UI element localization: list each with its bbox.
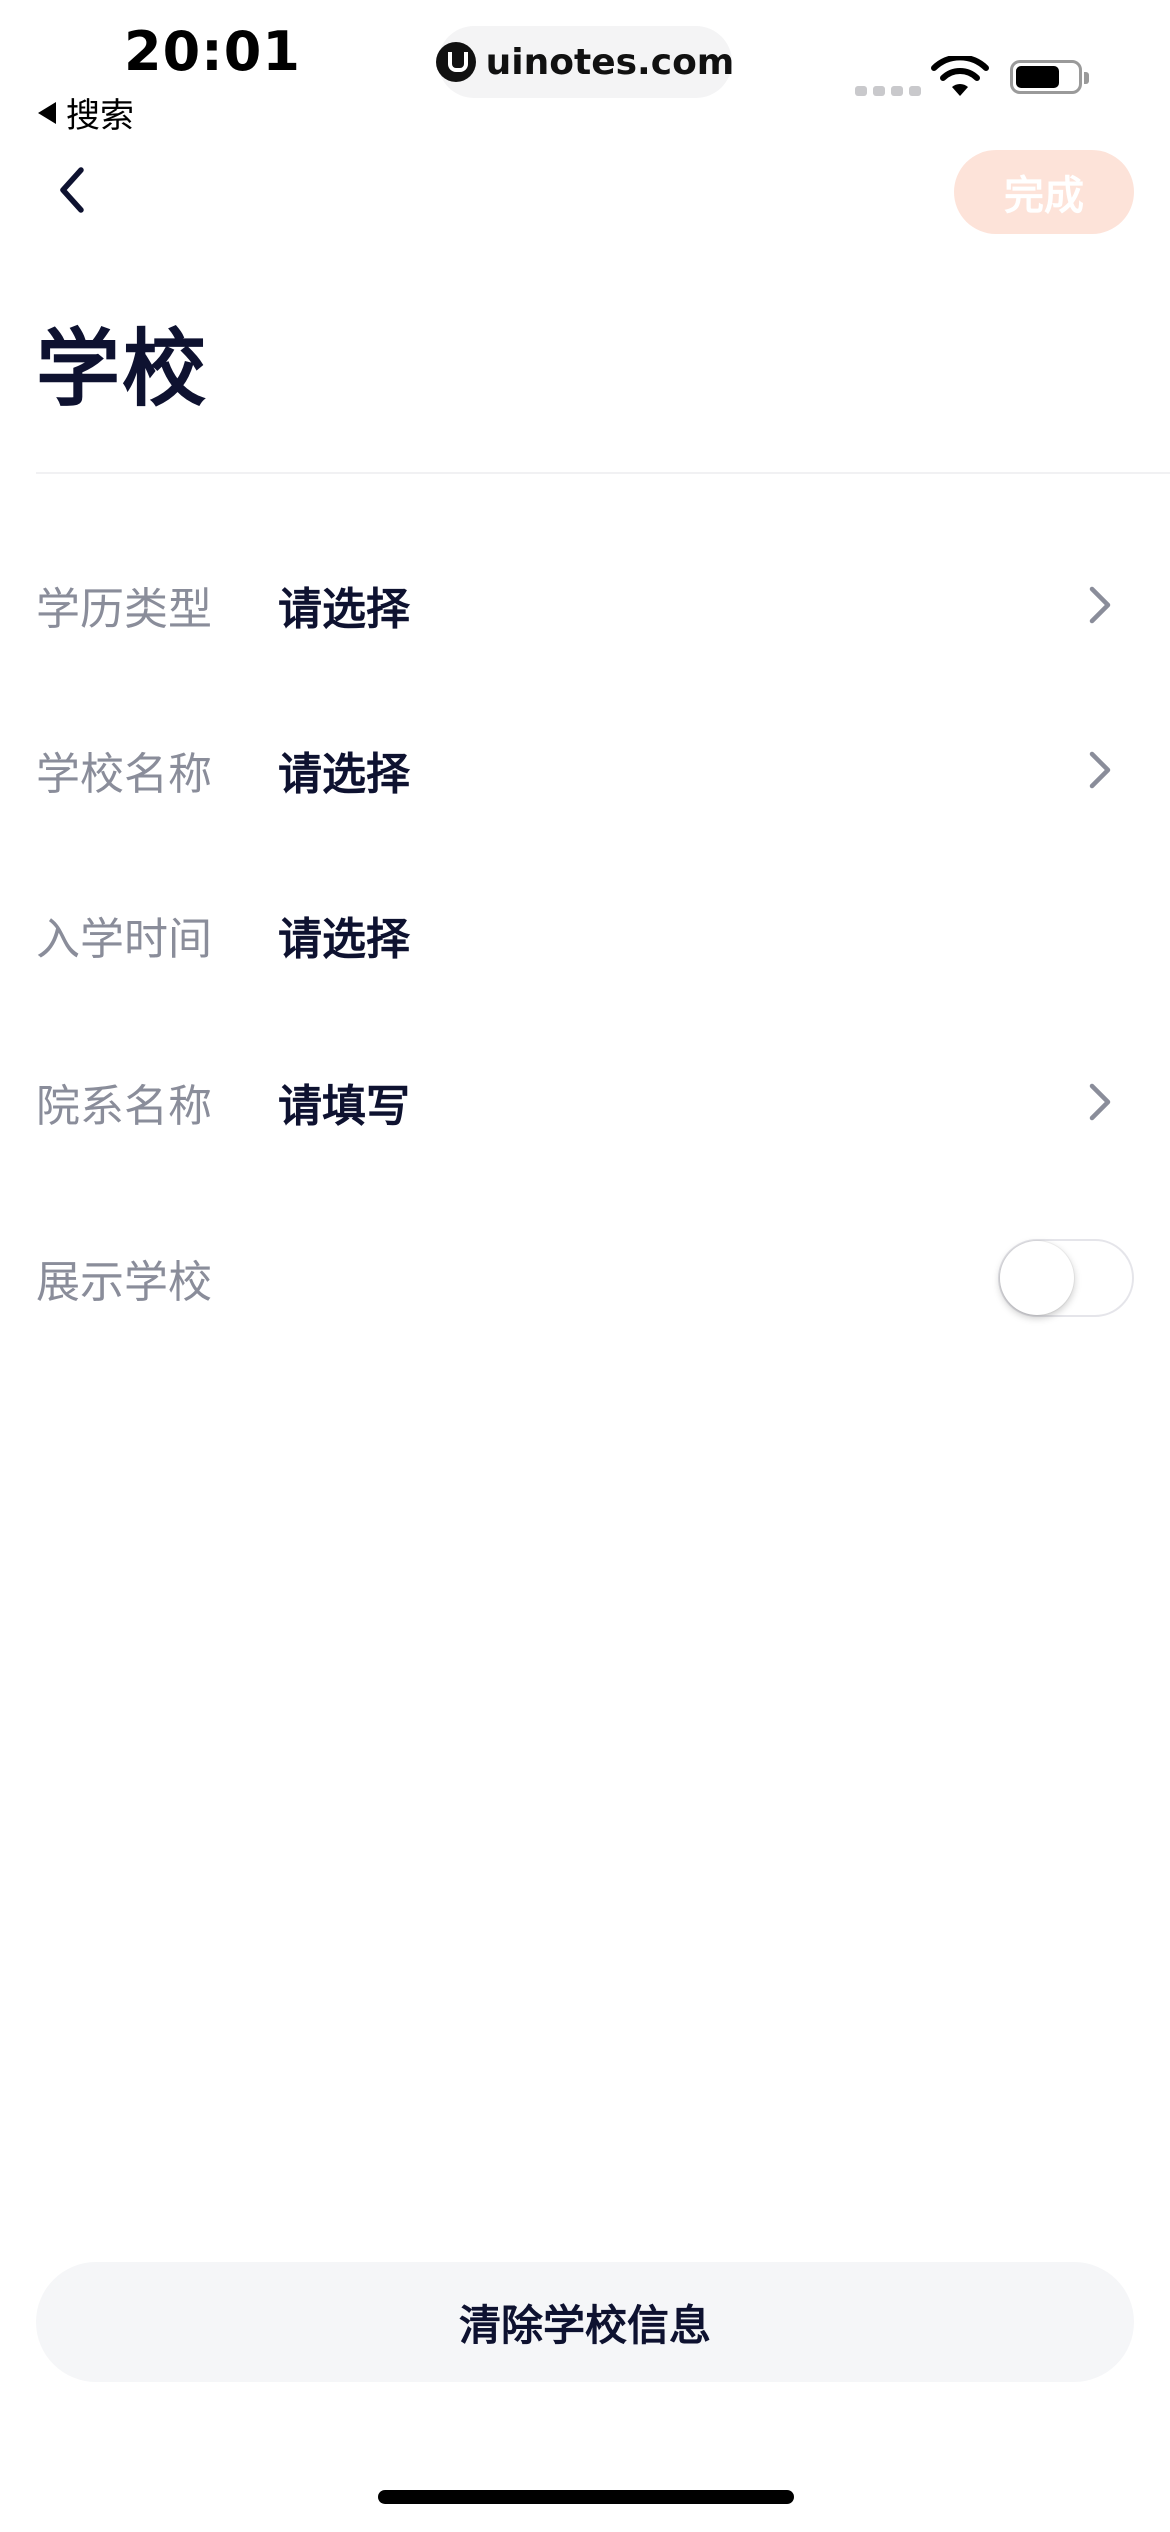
form-row-school-name[interactable]: 学校名称 请选择 (0, 710, 1170, 830)
battery-icon (1010, 60, 1089, 94)
show-school-toggle[interactable] (998, 1239, 1134, 1317)
home-indicator (378, 2490, 794, 2504)
url-pill[interactable]: uinotes.com (435, 26, 735, 98)
row-value: 请选择 (278, 584, 410, 635)
title-divider (36, 472, 1170, 474)
row-value: 请选择 (278, 914, 410, 965)
row-label: 入学时间 (36, 914, 212, 965)
back-triangle-icon (38, 101, 56, 124)
site-logo-icon (435, 42, 476, 82)
row-label: 院系名称 (36, 1081, 212, 1132)
row-label: 学校名称 (36, 749, 212, 800)
status-bar: 20:01 搜索 uinotes.com (0, 0, 1170, 140)
row-label: 展示学校 (36, 1257, 212, 1308)
clear-school-info-button[interactable]: 清除学校信息 (36, 2262, 1134, 2382)
wifi-icon (931, 56, 989, 96)
cellular-signal-icon (855, 86, 921, 96)
page-title: 学校 (36, 320, 209, 418)
row-label: 学历类型 (36, 584, 212, 635)
form-row-education-type[interactable]: 学历类型 请选择 (0, 545, 1170, 665)
done-button[interactable]: 完成 (954, 150, 1134, 234)
chevron-right-icon (1089, 751, 1111, 789)
row-value: 请选择 (278, 749, 410, 800)
toggle-knob (1000, 1241, 1074, 1315)
chevron-left-icon (60, 167, 84, 213)
back-app-label: 搜索 (66, 96, 134, 136)
form-row-show-school: 展示学校 (0, 1218, 1170, 1338)
status-time: 20:01 (124, 20, 301, 83)
back-to-app-link[interactable]: 搜索 (38, 88, 134, 137)
form-row-department-name[interactable]: 院系名称 请填写 (0, 1042, 1170, 1162)
row-value: 请填写 (278, 1081, 410, 1132)
chevron-right-icon (1089, 1083, 1111, 1121)
url-text: uinotes.com (485, 41, 735, 83)
back-button[interactable] (40, 158, 104, 222)
chevron-right-icon (1089, 586, 1111, 624)
form-row-enrollment-date[interactable]: 入学时间 请选择 (0, 875, 1170, 995)
